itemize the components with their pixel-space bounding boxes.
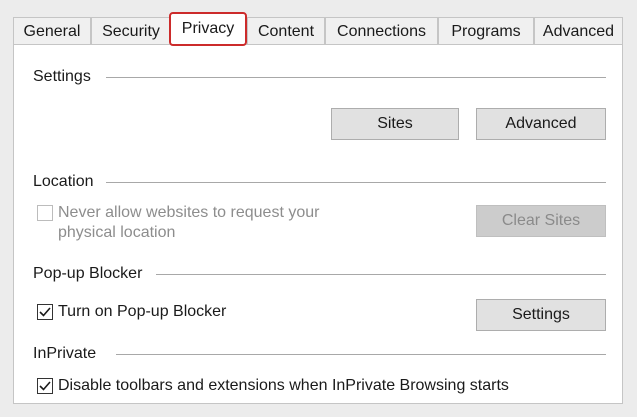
location-group-title: Location bbox=[33, 173, 96, 191]
settings-group-title: Settings bbox=[33, 68, 93, 86]
location-checkbox-row[interactable]: Never allow websites to request your phy… bbox=[37, 203, 319, 243]
sites-button[interactable]: Sites bbox=[331, 108, 459, 140]
tab-advanced[interactable]: Advanced bbox=[534, 17, 623, 45]
popup-divider bbox=[156, 274, 606, 275]
settings-divider bbox=[106, 77, 606, 78]
inprivate-divider bbox=[116, 354, 606, 355]
inprivate-group-title: InPrivate bbox=[33, 345, 99, 363]
popup-checkbox-label: Turn on Pop-up Blocker bbox=[58, 303, 227, 320]
tab-general[interactable]: General bbox=[13, 17, 91, 45]
checkmark-icon bbox=[39, 307, 51, 317]
popup-settings-button[interactable]: Settings bbox=[476, 299, 606, 331]
clear-sites-button[interactable]: Clear Sites bbox=[476, 205, 606, 237]
advanced-settings-button[interactable]: Advanced bbox=[476, 108, 606, 140]
tab-content[interactable]: Content bbox=[247, 17, 325, 45]
tab-security[interactable]: Security bbox=[91, 17, 171, 45]
inprivate-checkbox-label: Disable toolbars and extensions when InP… bbox=[58, 377, 509, 394]
popup-checkbox[interactable] bbox=[37, 304, 53, 320]
location-divider bbox=[106, 182, 606, 183]
popup-group-title: Pop-up Blocker bbox=[33, 265, 145, 283]
tab-connections[interactable]: Connections bbox=[325, 17, 438, 45]
location-label-line1: Never allow websites to request your bbox=[58, 204, 320, 221]
location-checkbox-label: Never allow websites to request your phy… bbox=[58, 203, 319, 243]
location-checkbox[interactable] bbox=[37, 205, 53, 221]
tab-strip: General Security Privacy Content Connect… bbox=[13, 12, 623, 46]
popup-checkbox-row[interactable]: Turn on Pop-up Blocker bbox=[37, 302, 226, 322]
inprivate-checkbox[interactable] bbox=[37, 378, 53, 394]
inprivate-checkbox-row[interactable]: Disable toolbars and extensions when InP… bbox=[37, 376, 509, 396]
tab-privacy[interactable]: Privacy bbox=[169, 12, 247, 46]
privacy-panel: Settings Sites Advanced Location Never a… bbox=[13, 44, 623, 404]
checkmark-icon bbox=[39, 381, 51, 391]
location-label-line2: physical location bbox=[58, 224, 176, 241]
tab-programs[interactable]: Programs bbox=[438, 17, 534, 45]
